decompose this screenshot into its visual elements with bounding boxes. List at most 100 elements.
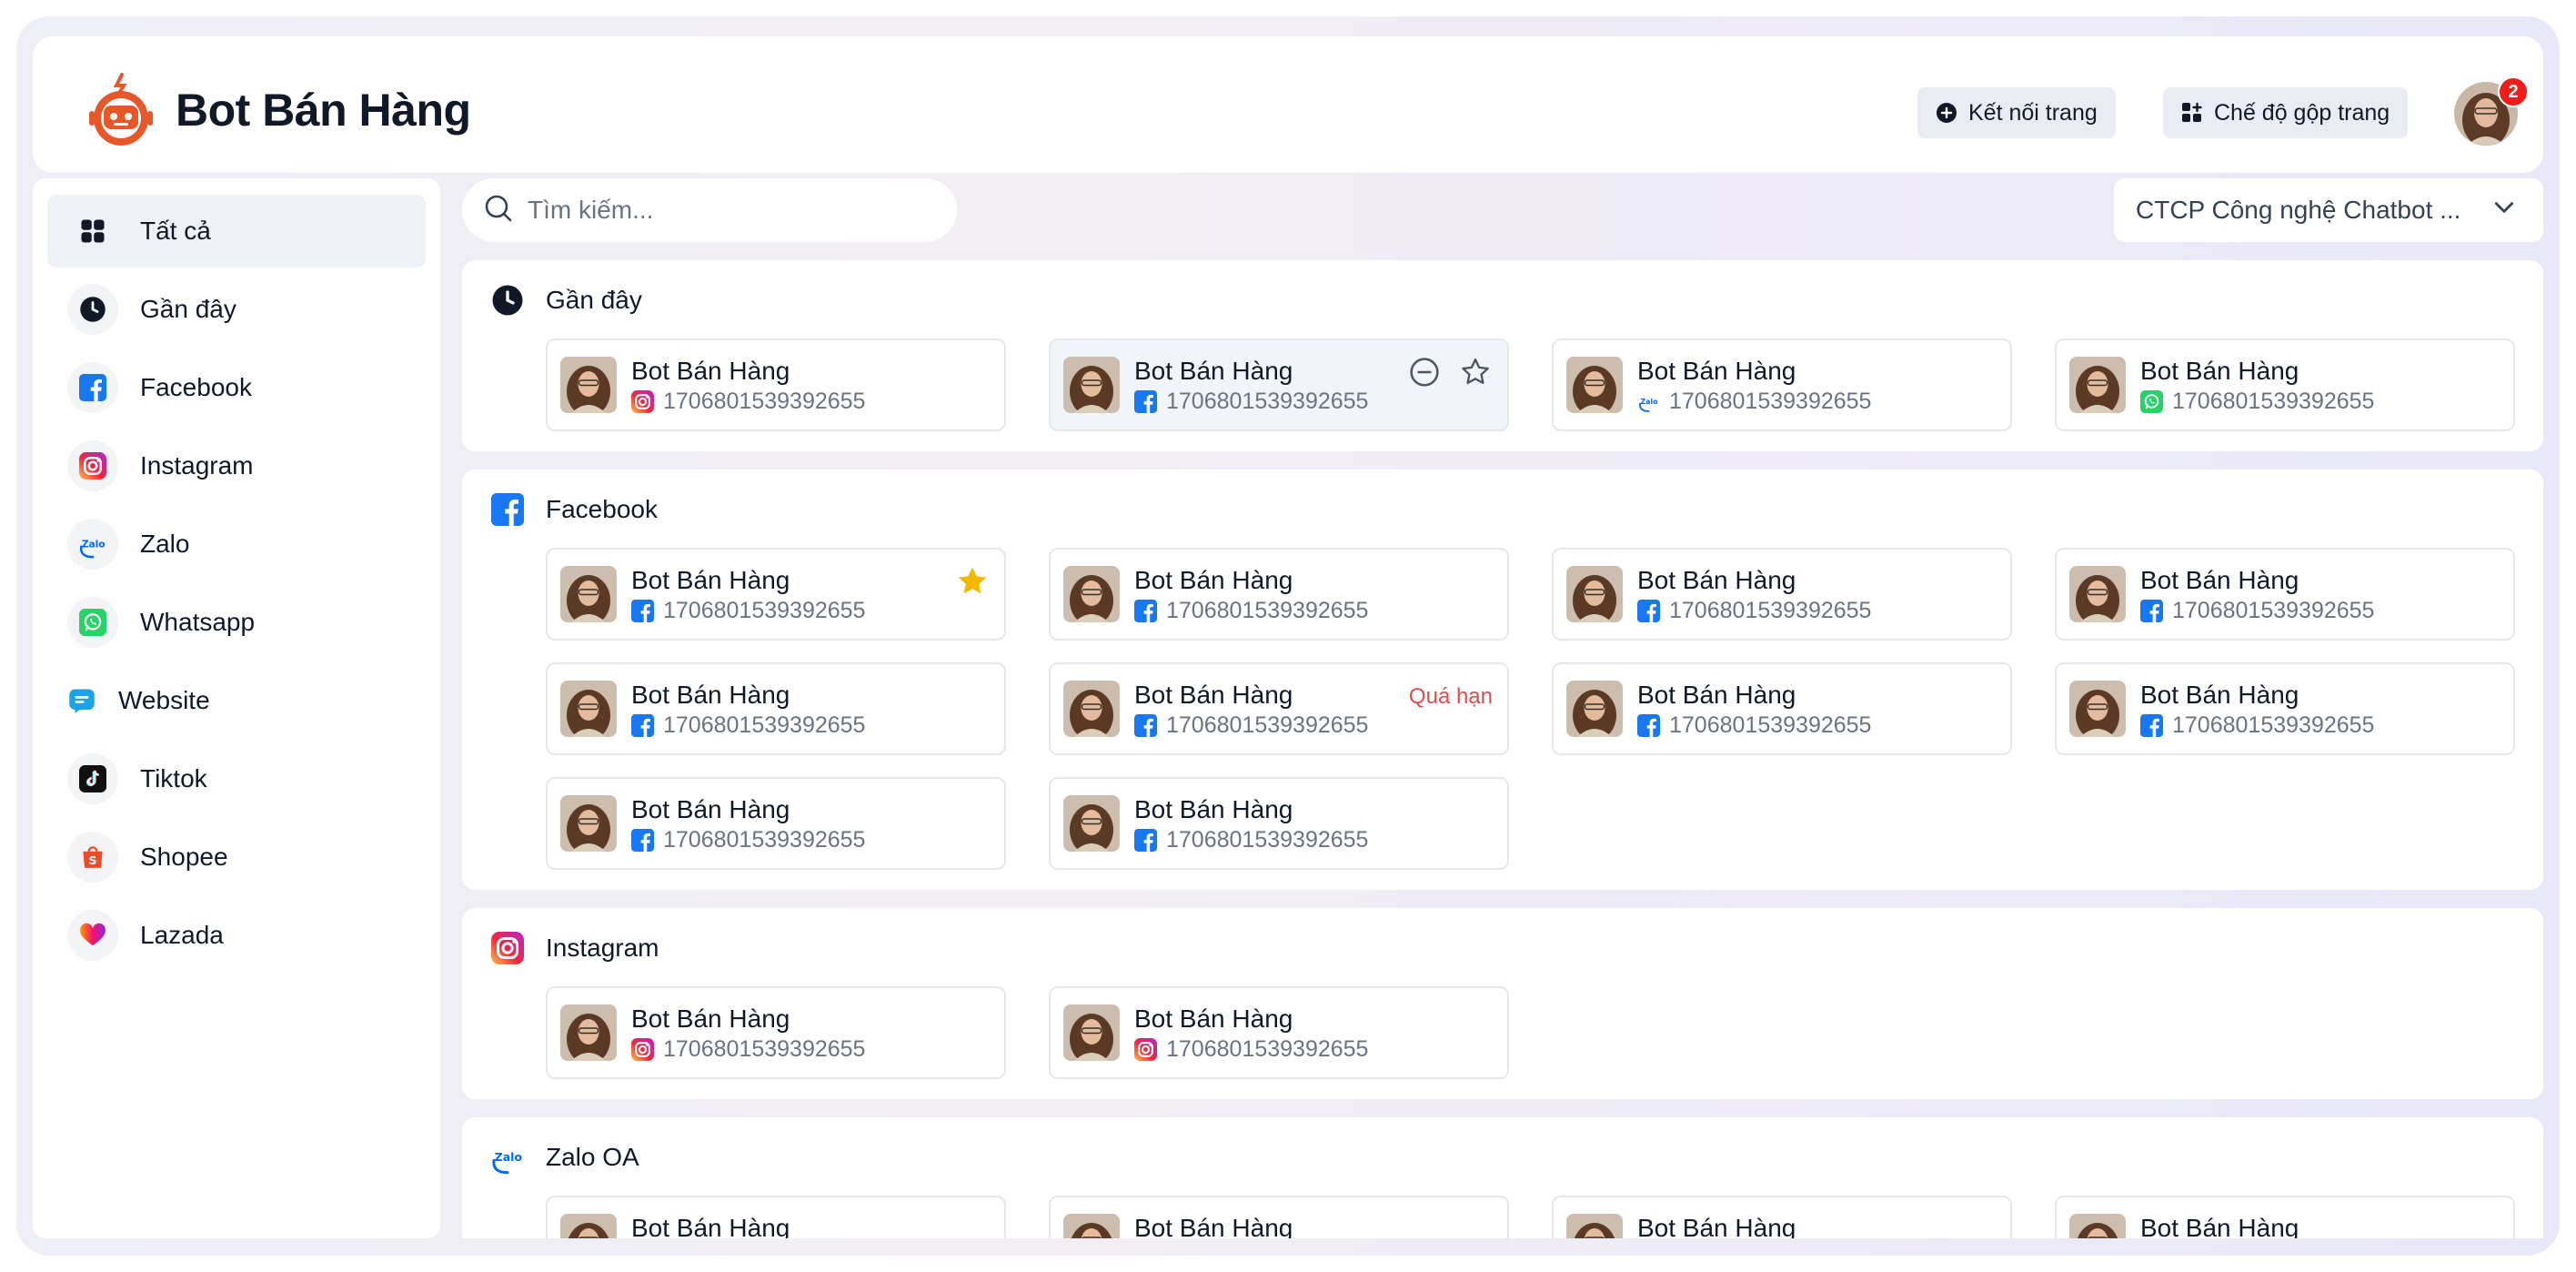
sidebar-item-label: Website [118, 686, 210, 714]
sidebar-item-tất-cả[interactable]: Tất cả [47, 195, 426, 268]
page-name: Bot Bán Hàng [1134, 1213, 1293, 1239]
instagram-icon [1134, 1037, 1157, 1061]
page-name: Bot Bán Hàng [631, 1213, 790, 1239]
page-card[interactable]: Bot Bán Hàng 1706801539392655 [1049, 338, 1509, 431]
page-id-row: Zalo 1706801539392655 [1637, 389, 1871, 415]
sidebar-item-shopee[interactable]: S Shopee [47, 821, 426, 893]
page-info: Bot Bán HàngZalo1706801539392655 [2140, 1213, 2374, 1239]
page-name: Bot Bán Hàng [1637, 680, 1796, 709]
page-card[interactable]: Bot Bán Hàng 1706801539392655 [1049, 777, 1509, 870]
page-avatar [2069, 1214, 2126, 1238]
star-filled-icon[interactable] [955, 564, 990, 603]
page-card[interactable]: Bot Bán Hàng 1706801539392655 [2055, 662, 2515, 755]
page-id-row: 1706801539392655 [631, 389, 865, 415]
section-title: Instagram [546, 934, 659, 962]
sidebar-item-label: Facebook [140, 373, 252, 401]
page-id: 1706801539392655 [663, 597, 866, 623]
page-id: 1706801539392655 [1166, 826, 1369, 853]
page-avatar [560, 681, 617, 737]
page-avatar [1063, 357, 1120, 413]
page-card[interactable]: Bot Bán HàngZalo1706801539392655 [546, 1196, 1006, 1238]
page-avatar [560, 1004, 617, 1061]
page-id: 1706801539392655 [1166, 597, 1369, 623]
page-name: Bot Bán Hàng [1637, 1213, 1796, 1239]
page-info: Bot Bán Hàng 1706801539392655 [1637, 565, 1871, 624]
page-card[interactable]: Bot Bán Hàng 1706801539392655 [1049, 986, 1509, 1079]
user-avatar-button[interactable]: 2 [2454, 76, 2529, 147]
section-header: Instagram [489, 930, 2516, 966]
sidebar-item-zalo[interactable]: Zalo Zalo [47, 508, 426, 580]
page-info: Bot Bán Hàng 1706801539392655 [631, 565, 865, 624]
page-info: Bot Bán Hàng Zalo1706801539392655 [1637, 356, 1871, 415]
organization-selected-value: CTCP Công nghệ Chatbot ... [2136, 196, 2461, 224]
facebook-icon [2140, 599, 2163, 622]
sidebar-item-tiktok[interactable]: Tiktok [47, 742, 426, 815]
sidebar-item-lazada[interactable]: Lazada [47, 899, 426, 972]
facebook-icon [1134, 599, 1157, 622]
remove-circle-icon[interactable] [1409, 357, 1440, 392]
page-info: Bot Bán Hàng 1706801539392655 [631, 1004, 865, 1063]
connect-page-label: Kết nối trang [1968, 99, 2098, 126]
page-card[interactable]: Bot Bán Hàng 1706801539392655 Quá hạn [1049, 662, 1509, 755]
page-card[interactable]: Bot Bán Hàng 1706801539392655 [2055, 338, 2515, 431]
page-info: Bot Bán Hàng 1706801539392655 [1134, 680, 1368, 739]
sidebar-item-website[interactable]: Website [47, 664, 426, 737]
facebook-icon [631, 599, 654, 622]
section-title: Gần đây [546, 286, 642, 314]
page-card[interactable]: Bot Bán HàngZalo1706801539392655 [2055, 1196, 2515, 1238]
page-avatar [1566, 566, 1623, 622]
organization-select[interactable]: CTCP Công nghệ Chatbot ... [2114, 178, 2543, 242]
star-outline-icon[interactable] [1460, 357, 1491, 392]
overdue-status: Quá hạn [1408, 684, 1493, 709]
page-id-row: 1706801539392655 [1637, 598, 1871, 624]
page-info: Bot Bán Hàng 1706801539392655 [2140, 565, 2374, 624]
page-info: Bot Bán Hàng 1706801539392655 [1134, 565, 1368, 624]
page-id-row: 1706801539392655 [1134, 712, 1368, 739]
page-card[interactable]: Bot Bán Hàng 1706801539392655 [2055, 548, 2515, 641]
page-info: Bot Bán Hàng 1706801539392655 [631, 356, 865, 415]
page-id: 1706801539392655 [2172, 388, 2375, 414]
page-name: Bot Bán Hàng [1134, 794, 1293, 823]
page-card[interactable]: Bot Bán Hàng 1706801539392655 [546, 986, 1006, 1079]
sidebar-item-gần-đây[interactable]: Gần đây [47, 273, 426, 346]
whatsapp-icon [67, 597, 118, 648]
section-gần-đây: Gần đây Bot Bán Hàng 1706801539392655 Bot B… [462, 260, 2543, 451]
page-name: Bot Bán Hàng [1637, 356, 1796, 385]
page-name: Bot Bán Hàng [1134, 680, 1293, 709]
tiktok-icon [67, 753, 118, 804]
page-card[interactable]: Bot Bán Hàng 1706801539392655 [546, 662, 1006, 755]
facebook-icon [1637, 599, 1660, 622]
page-info: Bot Bán HàngZalo1706801539392655 [1637, 1213, 1871, 1239]
page-id: 1706801539392655 [1669, 597, 1872, 623]
page-info: Bot Bán HàngZalo1706801539392655 [631, 1213, 865, 1239]
connect-page-button[interactable]: Kết nối trang [1917, 87, 2116, 138]
sidebar-item-instagram[interactable]: Instagram [47, 429, 426, 502]
merge-mode-button[interactable]: Chế độ gộp trang [2163, 87, 2409, 138]
section-title: Facebook [546, 495, 658, 523]
page-id: 1706801539392655 [663, 388, 866, 414]
sidebar-item-label: Tất cả [140, 217, 211, 245]
page-card[interactable]: Bot Bán Hàng 1706801539392655 [546, 548, 1006, 641]
page-card[interactable]: Bot Bán Hàng 1706801539392655 [1552, 662, 2012, 755]
shopee-icon: S [67, 832, 118, 883]
page-info: Bot Bán Hàng 1706801539392655 [2140, 680, 2374, 739]
page-card[interactable]: Bot Bán Hàng 1706801539392655 [546, 338, 1006, 431]
page-card[interactable]: Bot Bán Hàng Zalo1706801539392655 [1552, 338, 2012, 431]
search-input[interactable] [528, 196, 910, 225]
page-card[interactable]: Bot Bán Hàng 1706801539392655 [1049, 548, 1509, 641]
page-avatar [2069, 357, 2126, 413]
page-id: 1706801539392655 [663, 826, 866, 853]
sidebar-item-facebook[interactable]: Facebook [47, 351, 426, 424]
page-card[interactable]: Bot Bán Hàng 1706801539392655 [546, 777, 1006, 870]
section-title: Zalo OA [546, 1143, 639, 1171]
sidebar-item-whatsapp[interactable]: Whatsapp [47, 586, 426, 659]
page-card[interactable]: Bot Bán Hàng 1706801539392655 [1552, 548, 2012, 641]
notification-badge: 2 [2498, 76, 2529, 107]
page-card[interactable]: Bot Bán HàngZalo1706801539392655 [1552, 1196, 2012, 1238]
page-card[interactable]: Bot Bán HàngZalo1706801539392655 [1049, 1196, 1509, 1238]
page-id: 1706801539392655 [663, 1035, 866, 1062]
page-avatar [1566, 681, 1623, 737]
instagram-icon [489, 930, 526, 966]
page-name: Bot Bán Hàng [1134, 356, 1293, 385]
page-id: 1706801539392655 [2172, 597, 2375, 623]
